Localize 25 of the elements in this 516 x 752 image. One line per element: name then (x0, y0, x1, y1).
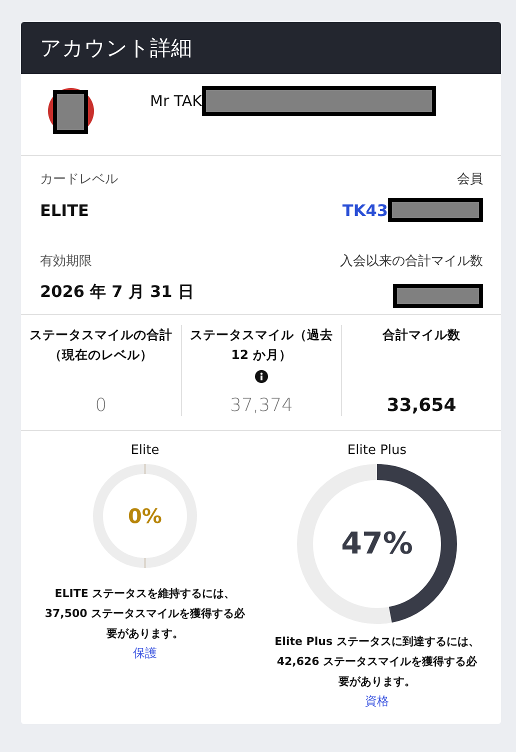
stat-value: 37,374 (230, 394, 293, 416)
stat-label: 合計マイル数 (382, 326, 460, 344)
field-label: 有効期限 (40, 253, 93, 270)
member-name: Mr TAK (150, 92, 202, 110)
stat-value: 0 (95, 394, 107, 416)
field-label: カードレベル (40, 171, 119, 188)
redaction-mark (53, 90, 88, 134)
field-label: 入会以来の合計マイル数 (340, 253, 483, 270)
field-label: 会員 (457, 171, 483, 188)
info-icon[interactable] (255, 368, 268, 381)
window-title: アカウント詳細 (40, 35, 192, 62)
stat-value: 33,654 (386, 394, 456, 416)
status-link[interactable]: 保護 (133, 644, 157, 662)
percent-label: 47% (340, 526, 414, 562)
status-link[interactable]: 資格 (365, 692, 389, 710)
tier-title: Elite Plus (347, 443, 407, 458)
stat-label: ステータスマイルの合計（現在のレベル） (28, 326, 174, 364)
field-value: ELITE (40, 200, 89, 220)
member-number[interactable]: TK43 (342, 200, 388, 220)
tier-title: Elite (130, 443, 160, 458)
status-message: Elite Plus ステータスに到達するには、42,626 ステータスマイルを獲得する必要があります。 (274, 634, 480, 690)
status-message: ELITE ステータスを維持するには、37,500 ステータスマイルを獲得する必要があります。 (44, 586, 246, 642)
stat-label: ステータスマイル（過去 12 か月） (189, 326, 334, 364)
percent-label: 0% (127, 504, 163, 528)
field-value: 2026 年 7 月 31 日 (40, 282, 194, 302)
